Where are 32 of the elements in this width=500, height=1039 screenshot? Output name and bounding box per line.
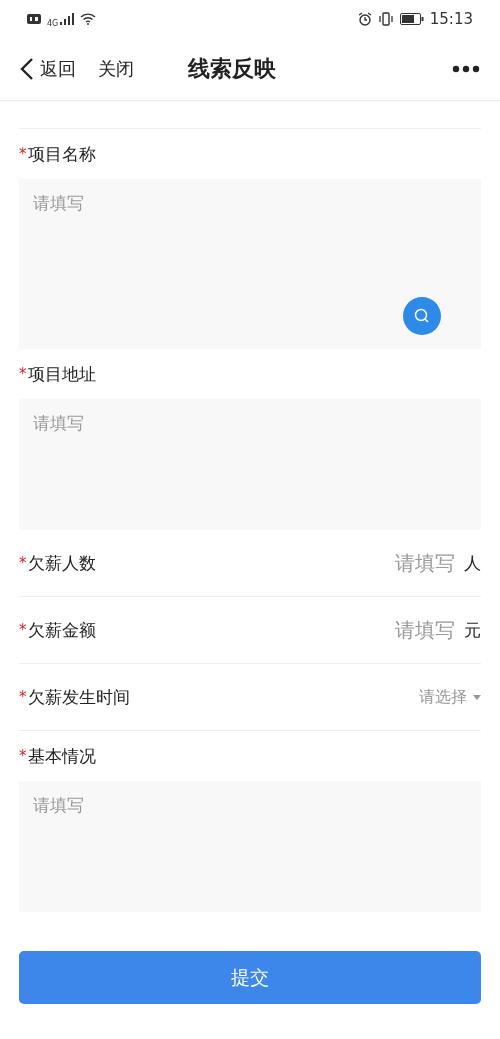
input-field[interactable]: 请填写 xyxy=(333,550,457,576)
field-label: 欠薪发生时间 xyxy=(27,685,130,709)
field-label: 欠薪人数 xyxy=(27,551,96,575)
clock: 15:13 xyxy=(429,10,473,28)
submit-button[interactable]: 提交 xyxy=(19,951,481,1004)
alarm-icon xyxy=(357,12,372,26)
unit-label: 元 xyxy=(464,618,481,642)
more-button[interactable] xyxy=(452,65,480,73)
back-button[interactable]: 返回 xyxy=(20,57,76,81)
field-label: 基本情况 xyxy=(27,744,96,768)
input-field[interactable]: 请填写 xyxy=(333,617,457,643)
page-title: 线索反映 xyxy=(188,55,277,83)
search-icon xyxy=(413,307,431,325)
signal-icon xyxy=(60,13,75,25)
field-label: 项目名称 xyxy=(27,142,96,166)
field-label: 欠薪金额 xyxy=(27,618,96,642)
caret-icon xyxy=(473,694,481,700)
required-mark: * xyxy=(19,554,27,572)
required-mark: * xyxy=(19,747,27,765)
required-mark: * xyxy=(19,688,27,706)
battery-icon xyxy=(399,13,424,25)
back-icon xyxy=(20,57,34,81)
unit-label: 人 xyxy=(464,551,481,575)
required-mark: * xyxy=(19,365,27,383)
hd-icon xyxy=(27,14,41,24)
required-mark: * xyxy=(19,145,27,163)
network-type: 4G xyxy=(47,18,59,28)
field-label: 项目地址 xyxy=(27,362,96,386)
required-mark: * xyxy=(19,621,27,639)
close-button[interactable]: 关闭 xyxy=(98,57,134,81)
vibrate-icon xyxy=(377,12,394,26)
wifi-icon xyxy=(80,13,97,25)
